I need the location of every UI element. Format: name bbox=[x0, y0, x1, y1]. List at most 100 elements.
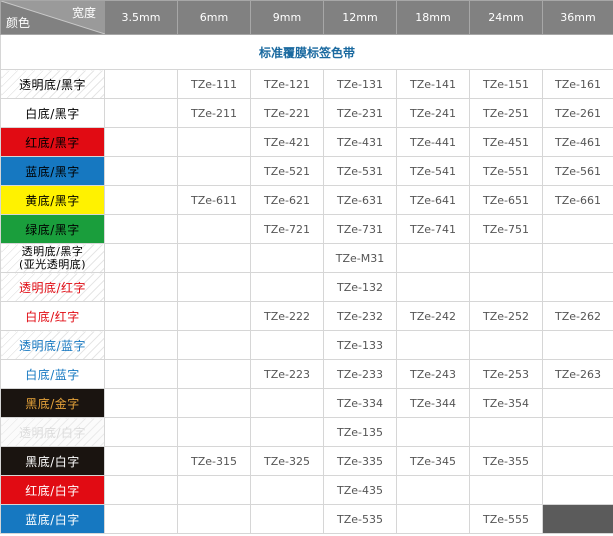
model-cell bbox=[177, 214, 251, 244]
model-cell bbox=[469, 243, 543, 273]
table-row: 白底/黑字 TZe-211 TZe-221 TZe-231 TZe-241 TZe-251… bbox=[0, 98, 613, 128]
model-cell bbox=[177, 156, 251, 186]
model-cell bbox=[104, 330, 178, 360]
model-cell bbox=[542, 214, 613, 244]
size-header-36mm: 36mm bbox=[542, 0, 613, 35]
table-row: 黑底/白字 TZe-315 TZe-325 TZe-335 TZe-345 TZe-355 bbox=[0, 446, 613, 476]
color-header-label: 颜色 bbox=[6, 16, 31, 30]
model-cell bbox=[396, 330, 470, 360]
size-header-6mm: 6mm bbox=[177, 0, 251, 35]
model-cell: TZe-751 bbox=[469, 214, 543, 244]
model-cell: TZe-521 bbox=[250, 156, 324, 186]
model-cell bbox=[104, 301, 178, 331]
model-cell bbox=[177, 475, 251, 505]
model-cell: TZe-431 bbox=[323, 127, 397, 157]
table-row: 透明底/黑字 (亚光透明底) TZe-M31 bbox=[0, 243, 613, 273]
color-swatch-label: 蓝底/白字 bbox=[0, 504, 105, 534]
model-cell bbox=[250, 243, 324, 273]
model-cell: TZe-221 bbox=[250, 98, 324, 128]
size-header-9mm: 9mm bbox=[250, 0, 324, 35]
model-cell bbox=[469, 272, 543, 302]
color-swatch-label: 透明底/红字 bbox=[0, 272, 105, 302]
model-cell: TZe-231 bbox=[323, 98, 397, 128]
model-cell bbox=[177, 359, 251, 389]
model-cell: TZe-551 bbox=[469, 156, 543, 186]
header-row: 宽度 颜色 3.5mm 6mm 9mm 12mm 18mm 24mm 36mm bbox=[0, 0, 613, 35]
model-cell bbox=[177, 127, 251, 157]
model-cell: TZe-561 bbox=[542, 156, 613, 186]
model-cell: TZe-222 bbox=[250, 301, 324, 331]
model-cell: TZe-661 bbox=[542, 185, 613, 215]
model-cell: TZe-535 bbox=[323, 504, 397, 534]
model-cell bbox=[177, 330, 251, 360]
model-cell: TZe-251 bbox=[469, 98, 543, 128]
model-cell bbox=[396, 504, 470, 534]
color-swatch-label: 透明底/黑字 bbox=[0, 69, 105, 99]
model-cell bbox=[104, 98, 178, 128]
model-cell bbox=[104, 156, 178, 186]
model-cell bbox=[104, 417, 178, 447]
model-cell: TZe-151 bbox=[469, 69, 543, 99]
model-cell: TZe-315 bbox=[177, 446, 251, 476]
model-cell: TZe-M31 bbox=[323, 243, 397, 273]
model-cell bbox=[250, 417, 324, 447]
model-cell: TZe-555 bbox=[469, 504, 543, 534]
model-cell: TZe-421 bbox=[250, 127, 324, 157]
table-row: 透明底/蓝字 TZe-133 bbox=[0, 330, 613, 360]
model-cell: TZe-721 bbox=[250, 214, 324, 244]
model-cell bbox=[396, 417, 470, 447]
color-swatch-label: 白底/黑字 bbox=[0, 98, 105, 128]
model-cell bbox=[250, 475, 324, 505]
model-cell bbox=[177, 301, 251, 331]
model-cell bbox=[104, 243, 178, 273]
table-row: 红底/黑字 TZe-421 TZe-431 TZe-441 TZe-451 TZe-461 bbox=[0, 127, 613, 157]
table-row: 黑底/金字 TZe-334 TZe-344 TZe-354 bbox=[0, 388, 613, 418]
model-cell bbox=[250, 330, 324, 360]
model-cell: TZe-451 bbox=[469, 127, 543, 157]
model-cell bbox=[104, 127, 178, 157]
model-cell: TZe-131 bbox=[323, 69, 397, 99]
model-cell bbox=[104, 69, 178, 99]
model-cell: TZe-262 bbox=[542, 301, 613, 331]
model-cell: TZe-161 bbox=[542, 69, 613, 99]
model-cell: TZe-621 bbox=[250, 185, 324, 215]
table-row: 蓝底/黑字 TZe-521 TZe-531 TZe-541 TZe-551 TZe-561 bbox=[0, 156, 613, 186]
model-cell: TZe-344 bbox=[396, 388, 470, 418]
table-row: 透明底/白字 TZe-135 bbox=[0, 417, 613, 447]
model-cell: TZe-641 bbox=[396, 185, 470, 215]
model-cell: TZe-135 bbox=[323, 417, 397, 447]
model-cell: TZe-435 bbox=[323, 475, 397, 505]
table-row: 白底/红字 TZe-222 TZe-232 TZe-242 TZe-252 TZe-262 bbox=[0, 301, 613, 331]
model-cell: TZe-252 bbox=[469, 301, 543, 331]
model-cell: TZe-132 bbox=[323, 272, 397, 302]
model-cell bbox=[177, 272, 251, 302]
model-cell: TZe-233 bbox=[323, 359, 397, 389]
color-swatch-label: 红底/白字 bbox=[0, 475, 105, 505]
model-cell: TZe-611 bbox=[177, 185, 251, 215]
model-cell: TZe-241 bbox=[396, 98, 470, 128]
title-row: 标准覆膜标签色带 bbox=[0, 34, 613, 70]
table-row: 蓝底/白字 TZe-535 TZe-555 bbox=[0, 504, 613, 534]
model-cell bbox=[104, 388, 178, 418]
model-cell bbox=[250, 388, 324, 418]
table-row: 绿底/黑字 TZe-721 TZe-731 TZe-741 TZe-751 bbox=[0, 214, 613, 244]
model-cell bbox=[177, 417, 251, 447]
model-cell bbox=[469, 475, 543, 505]
model-cell bbox=[469, 417, 543, 447]
color-swatch-label: 蓝底/黑字 bbox=[0, 156, 105, 186]
color-swatch-label: 黑底/金字 bbox=[0, 388, 105, 418]
model-cell: TZe-232 bbox=[323, 301, 397, 331]
model-cell: TZe-335 bbox=[323, 446, 397, 476]
size-header-24mm: 24mm bbox=[469, 0, 543, 35]
model-cell bbox=[542, 243, 613, 273]
model-cell: TZe-121 bbox=[250, 69, 324, 99]
unavailable-cell bbox=[542, 504, 613, 534]
model-cell: TZe-111 bbox=[177, 69, 251, 99]
color-swatch-label: 白底/红字 bbox=[0, 301, 105, 331]
color-swatch-label: 绿底/黑字 bbox=[0, 214, 105, 244]
table-title: 标准覆膜标签色带 bbox=[0, 34, 613, 70]
model-cell: TZe-731 bbox=[323, 214, 397, 244]
color-swatch-label: 红底/黑字 bbox=[0, 127, 105, 157]
table-row: 红底/白字 TZe-435 bbox=[0, 475, 613, 505]
corner-header-cell: 宽度 颜色 bbox=[0, 0, 105, 35]
